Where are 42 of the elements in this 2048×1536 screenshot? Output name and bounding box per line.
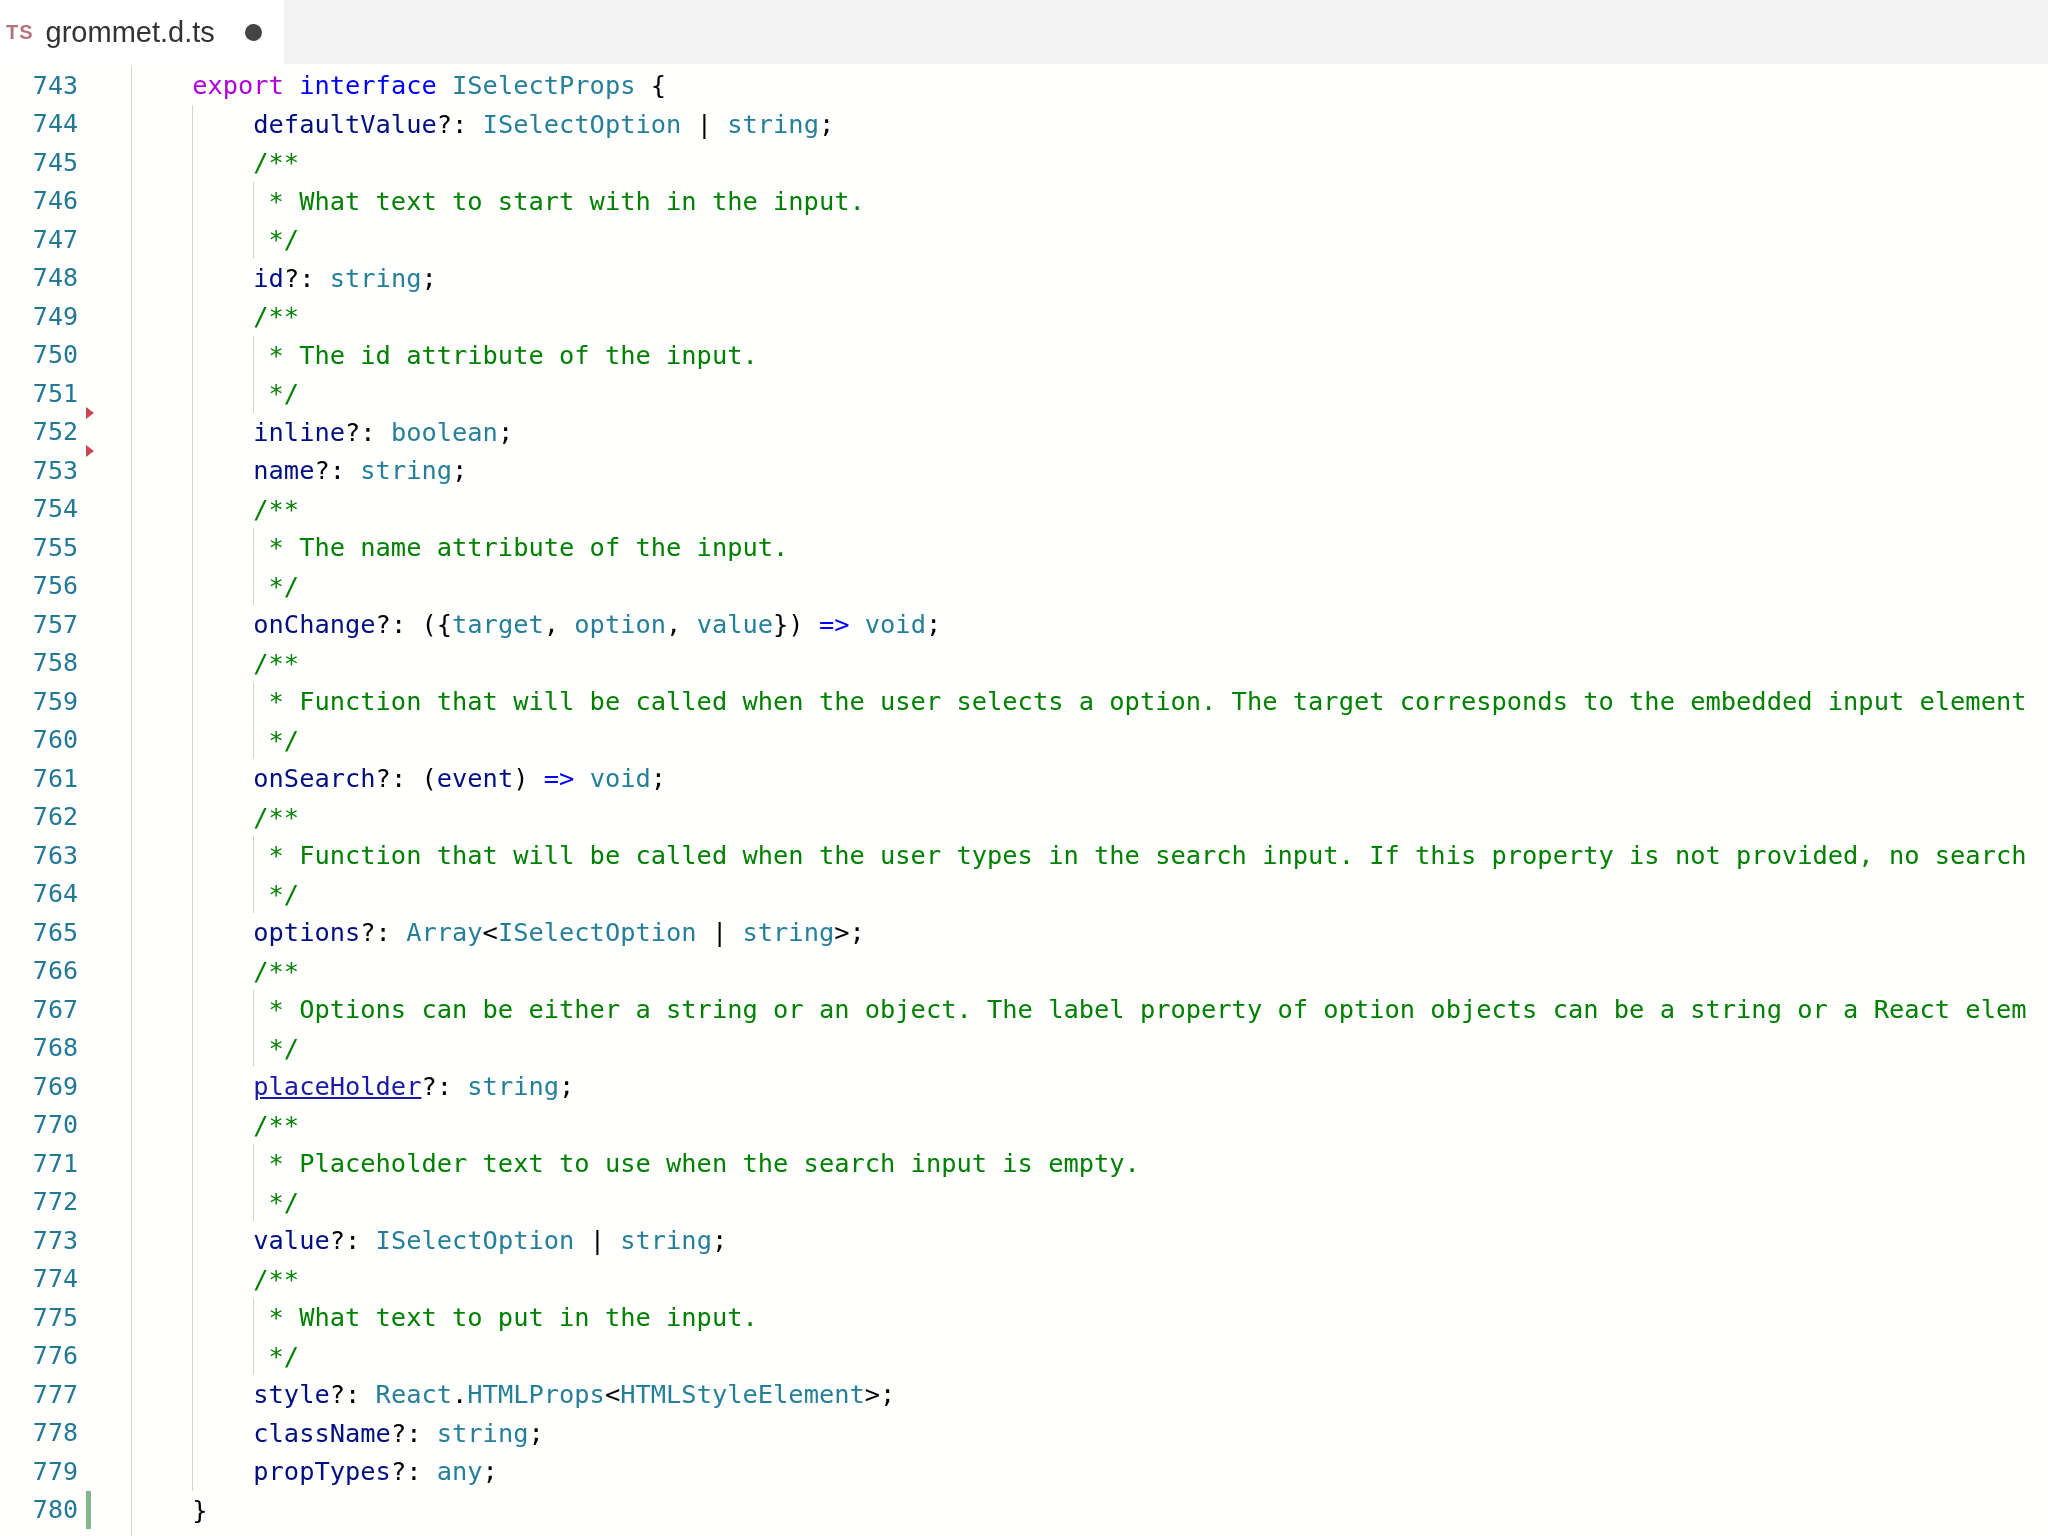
line-number: 744 <box>31 109 78 139</box>
line-number: 759 <box>31 686 78 716</box>
line-number: 774 <box>31 1264 78 1294</box>
line-number: 770 <box>31 1110 78 1140</box>
line-number: 756 <box>31 571 78 601</box>
line-number: 747 <box>31 224 78 254</box>
line-number: 766 <box>31 956 78 986</box>
line-number: 743 <box>31 70 78 100</box>
line-number: 751 <box>31 378 78 408</box>
line-number: 752 <box>31 417 78 447</box>
line-number: 776 <box>31 1341 78 1371</box>
line-number: 763 <box>31 840 78 870</box>
line-number: 749 <box>31 301 78 331</box>
line-number: 745 <box>31 147 78 177</box>
line-number: 748 <box>31 263 78 293</box>
line-number: 772 <box>31 1187 78 1217</box>
line-number: 758 <box>31 648 78 678</box>
line-number: 777 <box>31 1379 78 1409</box>
line-number: 780 <box>31 1495 78 1525</box>
typescript-file-icon: TS <box>6 20 34 44</box>
line-number: 755 <box>31 532 78 562</box>
line-number: 768 <box>31 1033 78 1063</box>
line-number: 771 <box>31 1148 78 1178</box>
deleted-lines-marker-icon[interactable] <box>86 406 94 419</box>
line-number: 746 <box>31 186 78 216</box>
deleted-lines-marker-icon[interactable] <box>86 445 94 457</box>
line-number: 769 <box>31 1071 78 1101</box>
line-number: 762 <box>31 802 78 832</box>
line-number: 773 <box>31 1225 78 1255</box>
line-number: 775 <box>31 1302 78 1332</box>
line-number: 753 <box>31 455 78 485</box>
line-number: 765 <box>31 917 78 947</box>
line-number: 764 <box>31 879 78 909</box>
line-number: 778 <box>31 1418 78 1448</box>
line-number: 754 <box>31 494 78 524</box>
line-number: 757 <box>31 609 78 639</box>
line-number: 761 <box>31 763 78 793</box>
line-number: 750 <box>31 340 78 370</box>
editor-tab[interactable]: TS grommet.d.ts <box>0 0 284 64</box>
line-number: 779 <box>31 1456 78 1486</box>
line-number: 767 <box>31 994 78 1024</box>
line-number: 760 <box>31 725 78 755</box>
